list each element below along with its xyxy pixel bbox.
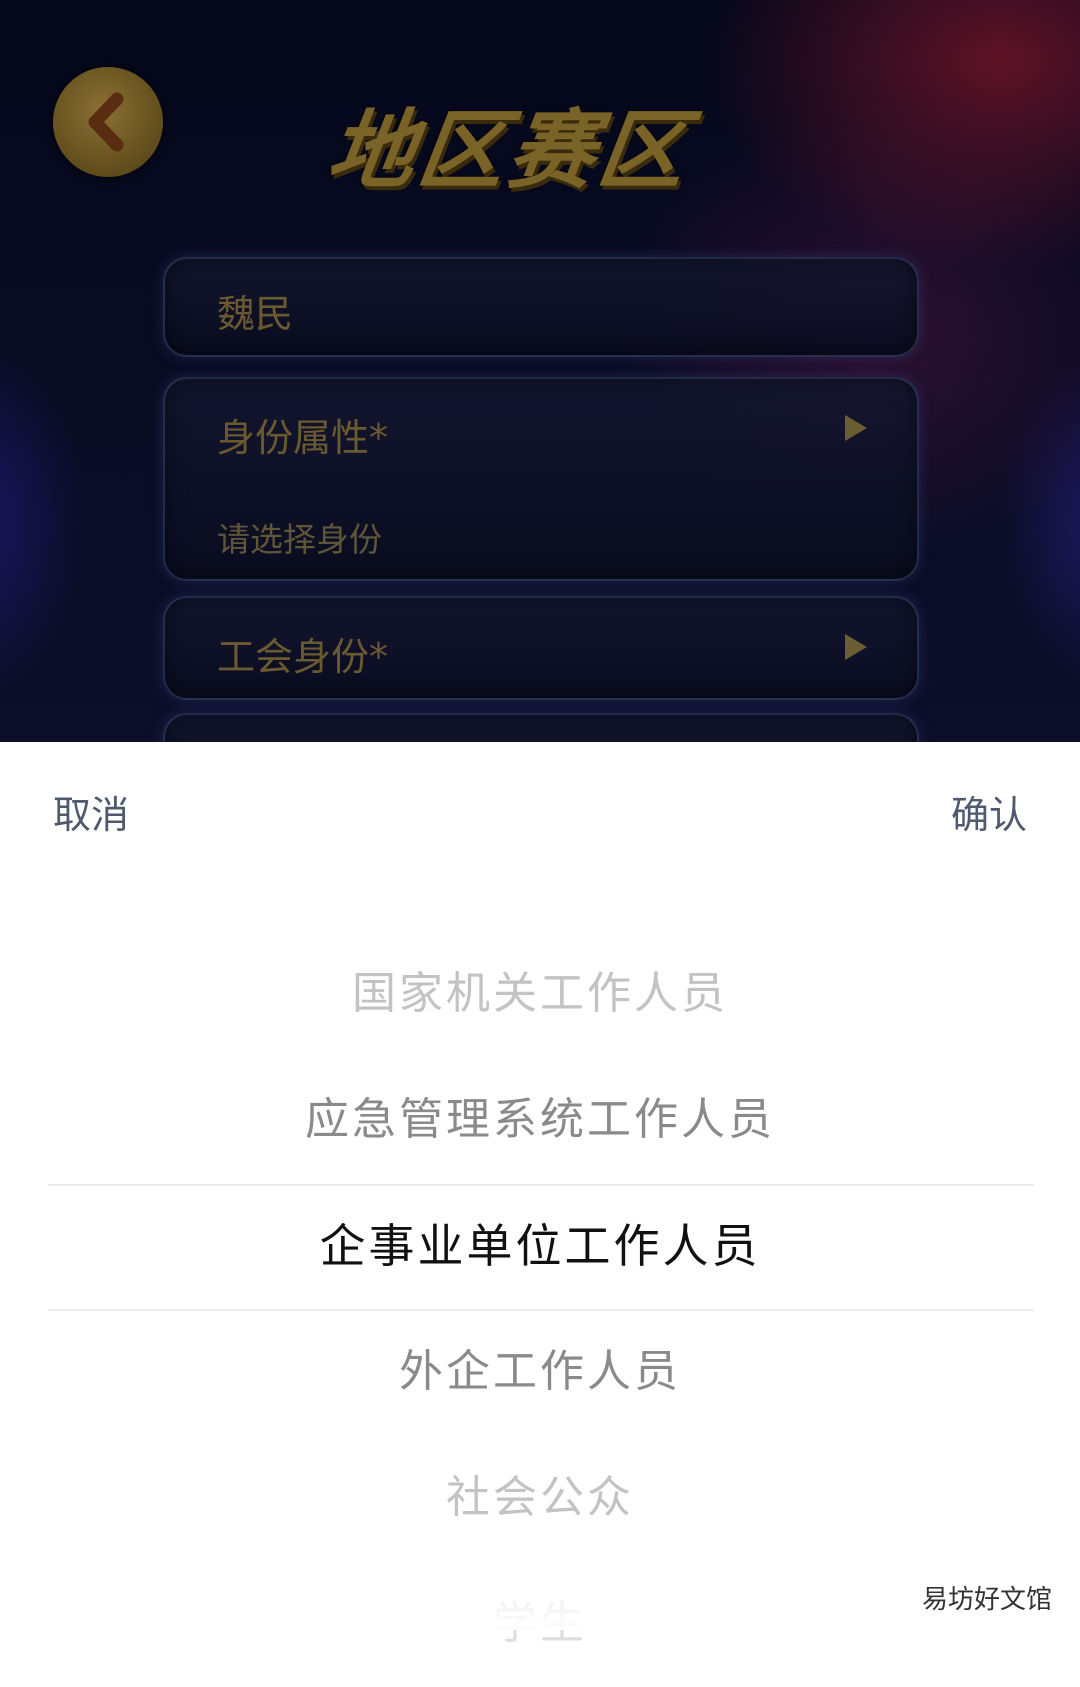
union-identity-label: 工会身份* [217,635,389,679]
identity-picker: 国家机关工作人员 应急管理系统工作人员 企事业单位工作人员 外企工作人员 社会公… [0,742,1080,1649]
picker-option[interactable]: 应急管理系统工作人员 [0,1057,1080,1183]
page-title: 地区赛区 [321,101,696,201]
identity-select[interactable]: 身份属性* 请选择身份 [163,377,919,581]
picker-option[interactable]: 国家机关工作人员 [0,931,1080,1057]
chevron-left-icon [88,92,124,152]
play-arrow-icon [845,415,867,441]
watermark: 易坊好文馆 [921,1585,1052,1615]
name-value: 魏民 [217,292,294,336]
cancel-button[interactable]: 取消 [53,784,129,839]
picker-header: 取消 确认 [0,742,1080,872]
picker-option[interactable]: 社会公众 [0,1435,1080,1561]
confirm-button[interactable]: 确认 [951,784,1027,839]
play-arrow-icon [845,634,867,660]
picker-options[interactable]: 国家机关工作人员 应急管理系统工作人员 企事业单位工作人员 外企工作人员 社会公… [0,742,1080,1649]
form-background: 地区赛区 魏民 身份属性* 请选择身份 工会身份* [0,0,1080,742]
next-field [163,713,919,742]
identity-placeholder: 请选择身份 [217,520,382,559]
union-identity-select[interactable]: 工会身份* [163,596,919,700]
back-button[interactable] [53,67,163,177]
picker-option-selected[interactable]: 企事业单位工作人员 [0,1183,1080,1309]
picker-option[interactable]: 外企工作人员 [0,1309,1080,1435]
name-field[interactable]: 魏民 [163,257,919,357]
identity-label: 身份属性* [217,416,389,460]
picker-option[interactable]: 学生 [0,1561,1080,1687]
